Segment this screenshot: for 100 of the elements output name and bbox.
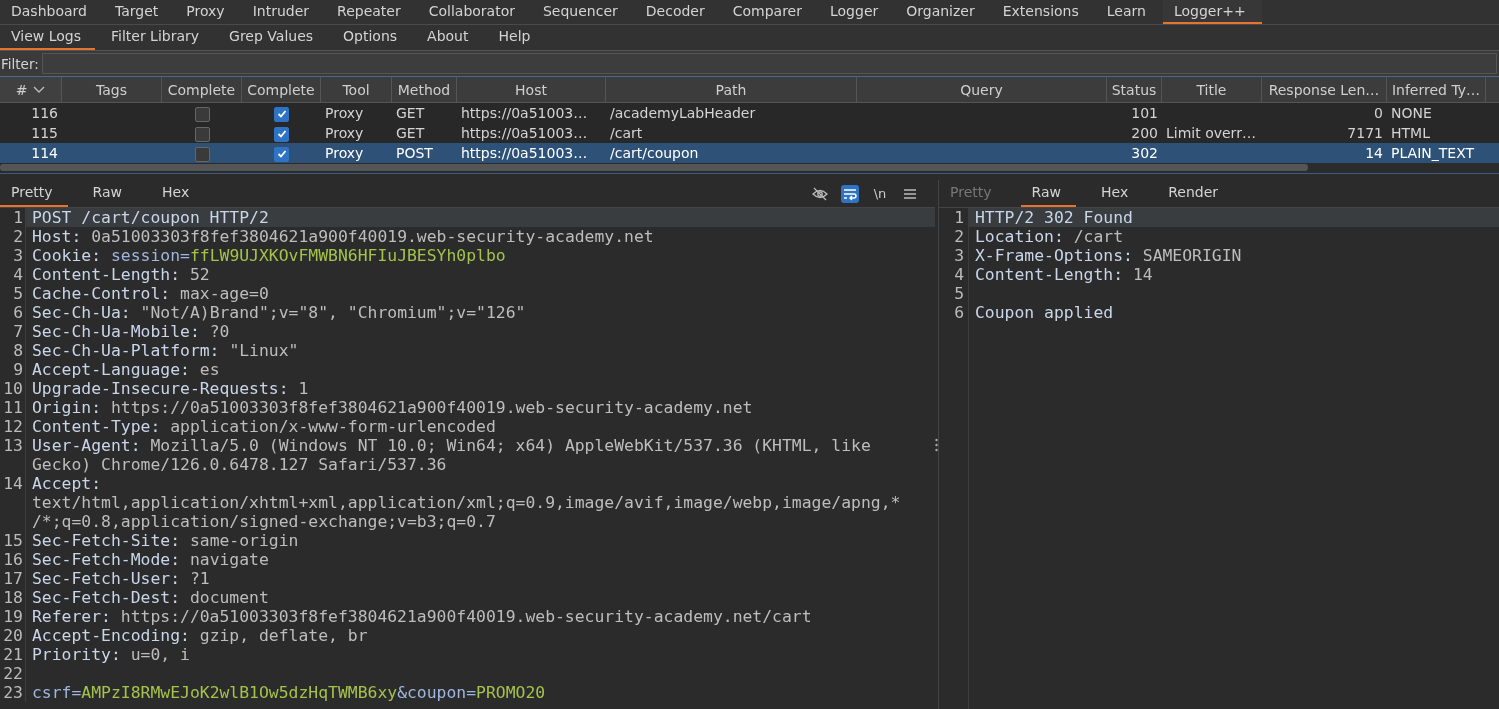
table-cell: 14 bbox=[1365, 145, 1383, 161]
line-number: 15 bbox=[3, 531, 23, 550]
line-number: 22 bbox=[3, 664, 23, 683]
column-header[interactable]: Host bbox=[457, 77, 606, 102]
table-cell: /cart bbox=[610, 125, 643, 141]
editor-tab[interactable]: Hex bbox=[1090, 180, 1144, 207]
line-number: 3 bbox=[954, 246, 964, 265]
line-number: 4 bbox=[13, 265, 23, 284]
table-cell: Limit overr… bbox=[1166, 125, 1256, 141]
column-header[interactable]: Path bbox=[606, 77, 857, 102]
table-cell: Proxy bbox=[325, 125, 364, 141]
drag-handle-icon[interactable] bbox=[935, 437, 938, 452]
table-cell: 115 bbox=[31, 125, 58, 141]
column-header[interactable]: Complete bbox=[242, 77, 321, 102]
table-row[interactable]: 116 Proxy GET https://0a51003… /academyLabHeader 101 0 NONE bbox=[0, 103, 1499, 123]
table-cell: GET bbox=[396, 125, 425, 141]
table-cell: 0 bbox=[1374, 105, 1383, 121]
main-tab[interactable]: Logger bbox=[819, 0, 895, 24]
line-number: 7 bbox=[13, 322, 23, 341]
line-number: 12 bbox=[3, 417, 23, 436]
line-number: 8 bbox=[13, 341, 23, 360]
column-header[interactable]: Inferred Ty… bbox=[1387, 77, 1486, 102]
sub-tab[interactable]: Grep Values bbox=[218, 25, 328, 50]
table-cell: https://0a51003… bbox=[461, 105, 588, 121]
column-header[interactable]: Method bbox=[392, 77, 457, 102]
main-tab[interactable]: Logger++ bbox=[1162, 0, 1262, 24]
code-line: Sec-Fetch-User: ?1 bbox=[31, 569, 211, 588]
code-line: Referer: https://0a51003303f8fef3804621a900f40019.web-security-academy.net/cart bbox=[31, 607, 813, 626]
code-line: Cookie: session=ffLW9UJXKOvFMWBN6HFIuJBESYh0plbo bbox=[31, 246, 507, 265]
code-line: Cache-Control: max-age=0 bbox=[31, 284, 270, 303]
sub-tab[interactable]: About bbox=[416, 25, 483, 50]
editor-tab[interactable]: Hex bbox=[151, 180, 205, 207]
table-row[interactable]: 115 Proxy GET https://0a51003… /cart 200 Limit overr… 7171 HTML bbox=[0, 123, 1499, 143]
code-line: Accept-Encoding: gzip, deflate, br bbox=[31, 626, 369, 645]
editor-tab[interactable]: Raw bbox=[81, 180, 137, 207]
checkmark-icon bbox=[275, 108, 288, 120]
table-cell: 101 bbox=[1131, 105, 1158, 121]
main-tab[interactable]: Target bbox=[103, 0, 175, 24]
sub-tab[interactable]: Help bbox=[487, 25, 545, 50]
table-cell: NONE bbox=[1391, 105, 1432, 121]
line-number: 11 bbox=[3, 398, 23, 417]
code-line: Sec-Fetch-Dest: document bbox=[31, 588, 270, 607]
main-tab[interactable]: Proxy bbox=[175, 0, 241, 24]
column-header[interactable]: Title bbox=[1162, 77, 1262, 102]
code-line: Sec-Ch-Ua-Platform: "Linux" bbox=[31, 341, 300, 360]
line-number: 9 bbox=[13, 360, 23, 379]
main-tab[interactable]: Comparer bbox=[721, 0, 818, 24]
checkbox[interactable] bbox=[274, 146, 289, 162]
editor-tab[interactable]: Render bbox=[1157, 180, 1233, 207]
main-tab[interactable]: Organizer bbox=[895, 0, 991, 24]
main-tab[interactable]: Decoder bbox=[634, 0, 721, 24]
table-cell: GET bbox=[396, 105, 425, 121]
main-tab[interactable]: Extensions bbox=[991, 0, 1095, 24]
line-number: 3 bbox=[13, 246, 23, 265]
main-tab[interactable]: Repeater bbox=[326, 0, 417, 24]
code-line: Host: 0a51003303f8fef3804621a900f40019.web-security-academy.net bbox=[31, 227, 655, 246]
table-cell: 114 bbox=[31, 145, 58, 161]
line-number: 6 bbox=[13, 303, 23, 322]
column-header[interactable]: # bbox=[0, 77, 62, 102]
line-number: 1 bbox=[954, 208, 964, 227]
main-tab[interactable]: Collaborator bbox=[417, 0, 531, 24]
line-number: 5 bbox=[954, 284, 964, 303]
checkbox[interactable] bbox=[194, 126, 210, 142]
column-header[interactable]: Complete bbox=[162, 77, 242, 102]
column-header[interactable]: Tags bbox=[62, 77, 162, 102]
code-line: Content-Length: 52 bbox=[31, 265, 211, 284]
main-tab[interactable]: Dashboard bbox=[0, 0, 103, 24]
filter-label: Filter: bbox=[0, 55, 40, 72]
line-number: 10 bbox=[3, 379, 23, 398]
table-row[interactable]: 114 Proxy POST https://0a51003… /cart/coupon 302 14 PLAIN_TEXT bbox=[0, 143, 1499, 163]
table-cell: https://0a51003… bbox=[461, 125, 588, 141]
sub-tab[interactable]: Filter Library bbox=[100, 25, 214, 50]
line-number: 19 bbox=[3, 607, 23, 626]
sub-tab[interactable]: Options bbox=[332, 25, 412, 50]
main-tab[interactable]: Intruder bbox=[241, 0, 326, 24]
scrollbar-thumb[interactable] bbox=[0, 164, 1308, 171]
table-cell: Proxy bbox=[325, 145, 364, 161]
checkbox[interactable] bbox=[194, 106, 210, 122]
line-number: 2 bbox=[954, 227, 964, 246]
line-number: 21 bbox=[3, 645, 23, 664]
column-header[interactable]: Query bbox=[857, 77, 1107, 102]
checkbox[interactable] bbox=[274, 106, 289, 122]
word-wrap-icon[interactable] bbox=[841, 184, 859, 203]
table-cell: 200 bbox=[1131, 125, 1158, 141]
checkbox[interactable] bbox=[194, 146, 210, 162]
table-cell: /academyLabHeader bbox=[610, 105, 756, 121]
code-line: Origin: https://0a51003303f8fef3804621a900f40019.web-security-academy.net bbox=[31, 398, 754, 417]
column-header[interactable]: Status bbox=[1107, 77, 1162, 102]
line-number: 20 bbox=[3, 626, 23, 645]
main-tab[interactable]: Sequencer bbox=[532, 0, 634, 24]
checkmark-icon bbox=[275, 148, 288, 160]
newline-toggle[interactable]: \n bbox=[871, 184, 889, 203]
checkbox[interactable] bbox=[274, 126, 289, 142]
line-number: 17 bbox=[3, 569, 23, 588]
column-header[interactable]: Response Len… bbox=[1262, 77, 1387, 102]
code-line: Location: /cart bbox=[974, 227, 1125, 246]
filter-field[interactable] bbox=[41, 53, 1497, 74]
column-header[interactable]: Tool bbox=[321, 77, 392, 102]
main-tab[interactable]: Learn bbox=[1095, 0, 1162, 24]
table-cell: 116 bbox=[31, 105, 58, 121]
